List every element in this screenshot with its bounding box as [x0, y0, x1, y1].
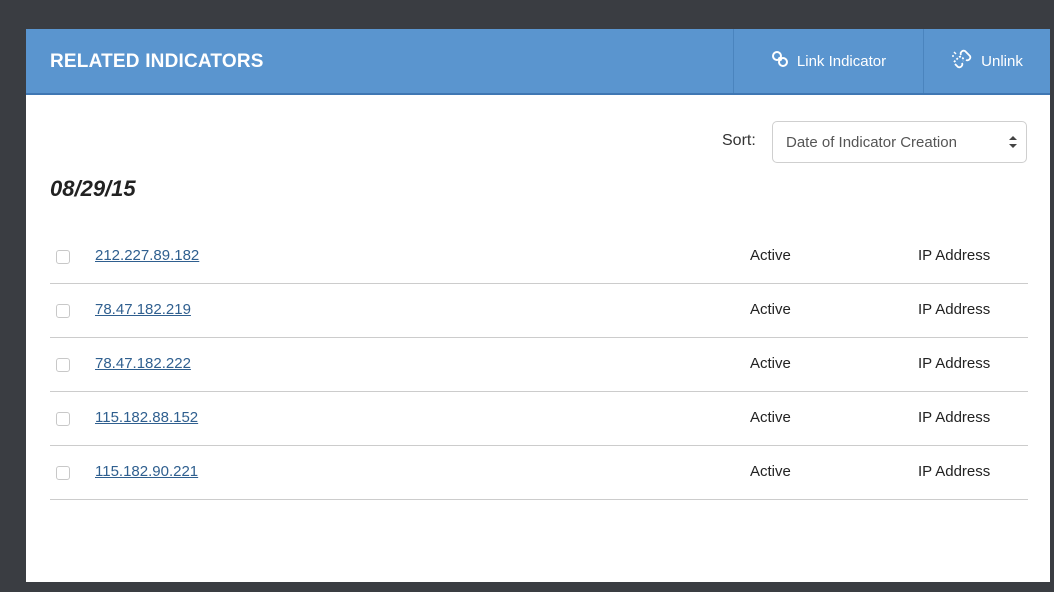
indicator-status: Active [750, 355, 791, 372]
panel-header: RELATED INDICATORS Link Indicator Unlink [26, 29, 1050, 95]
indicator-type: IP Address [918, 301, 991, 318]
row-checkbox[interactable] [56, 412, 70, 426]
row-checkbox[interactable] [56, 250, 70, 264]
panel-title: RELATED INDICATORS [50, 51, 264, 72]
unlink-label: Unlink [981, 52, 1023, 70]
indicator-status: Active [750, 463, 791, 480]
sort-selected-value: Date of Indicator Creation [786, 134, 957, 151]
indicator-link[interactable]: 212.227.89.182 [95, 247, 199, 264]
indicator-status: Active [750, 247, 791, 264]
date-group-heading: 08/29/15 [50, 176, 136, 201]
row-checkbox[interactable] [56, 466, 70, 480]
link-indicator-button[interactable]: Link Indicator [733, 29, 923, 93]
indicator-row: 212.227.89.182 Active IP Address [50, 230, 1028, 284]
indicator-row: 115.182.90.221 Active IP Address [50, 446, 1028, 500]
indicator-row: 78.47.182.222 Active IP Address [50, 338, 1028, 392]
indicator-type: IP Address [918, 355, 991, 372]
indicator-status: Active [750, 301, 791, 318]
indicator-link[interactable]: 115.182.90.221 [95, 463, 198, 480]
indicator-type: IP Address [918, 409, 991, 426]
link-indicator-label: Link Indicator [796, 52, 887, 70]
sort-arrows-icon [1008, 135, 1018, 154]
related-indicators-panel: RELATED INDICATORS Link Indicator Unlink… [26, 29, 1050, 582]
indicator-link[interactable]: 115.182.88.152 [95, 409, 198, 426]
unlink-icon [951, 49, 981, 73]
row-checkbox[interactable] [56, 358, 70, 372]
indicator-type: IP Address [918, 463, 991, 480]
sort-label: Sort: [722, 132, 756, 149]
indicator-row: 115.182.88.152 Active IP Address [50, 392, 1028, 446]
unlink-button[interactable]: Unlink [923, 29, 1050, 93]
sort-select[interactable]: Date of Indicator Creation [772, 121, 1027, 163]
indicator-link[interactable]: 78.47.182.222 [95, 355, 191, 372]
link-icon [771, 50, 797, 72]
row-checkbox[interactable] [56, 304, 70, 318]
indicator-link[interactable]: 78.47.182.219 [95, 301, 191, 318]
indicator-list: 212.227.89.182 Active IP Address 78.47.1… [50, 230, 1028, 500]
indicator-row: 78.47.182.219 Active IP Address [50, 284, 1028, 338]
indicator-type: IP Address [918, 247, 991, 264]
indicator-status: Active [750, 409, 791, 426]
